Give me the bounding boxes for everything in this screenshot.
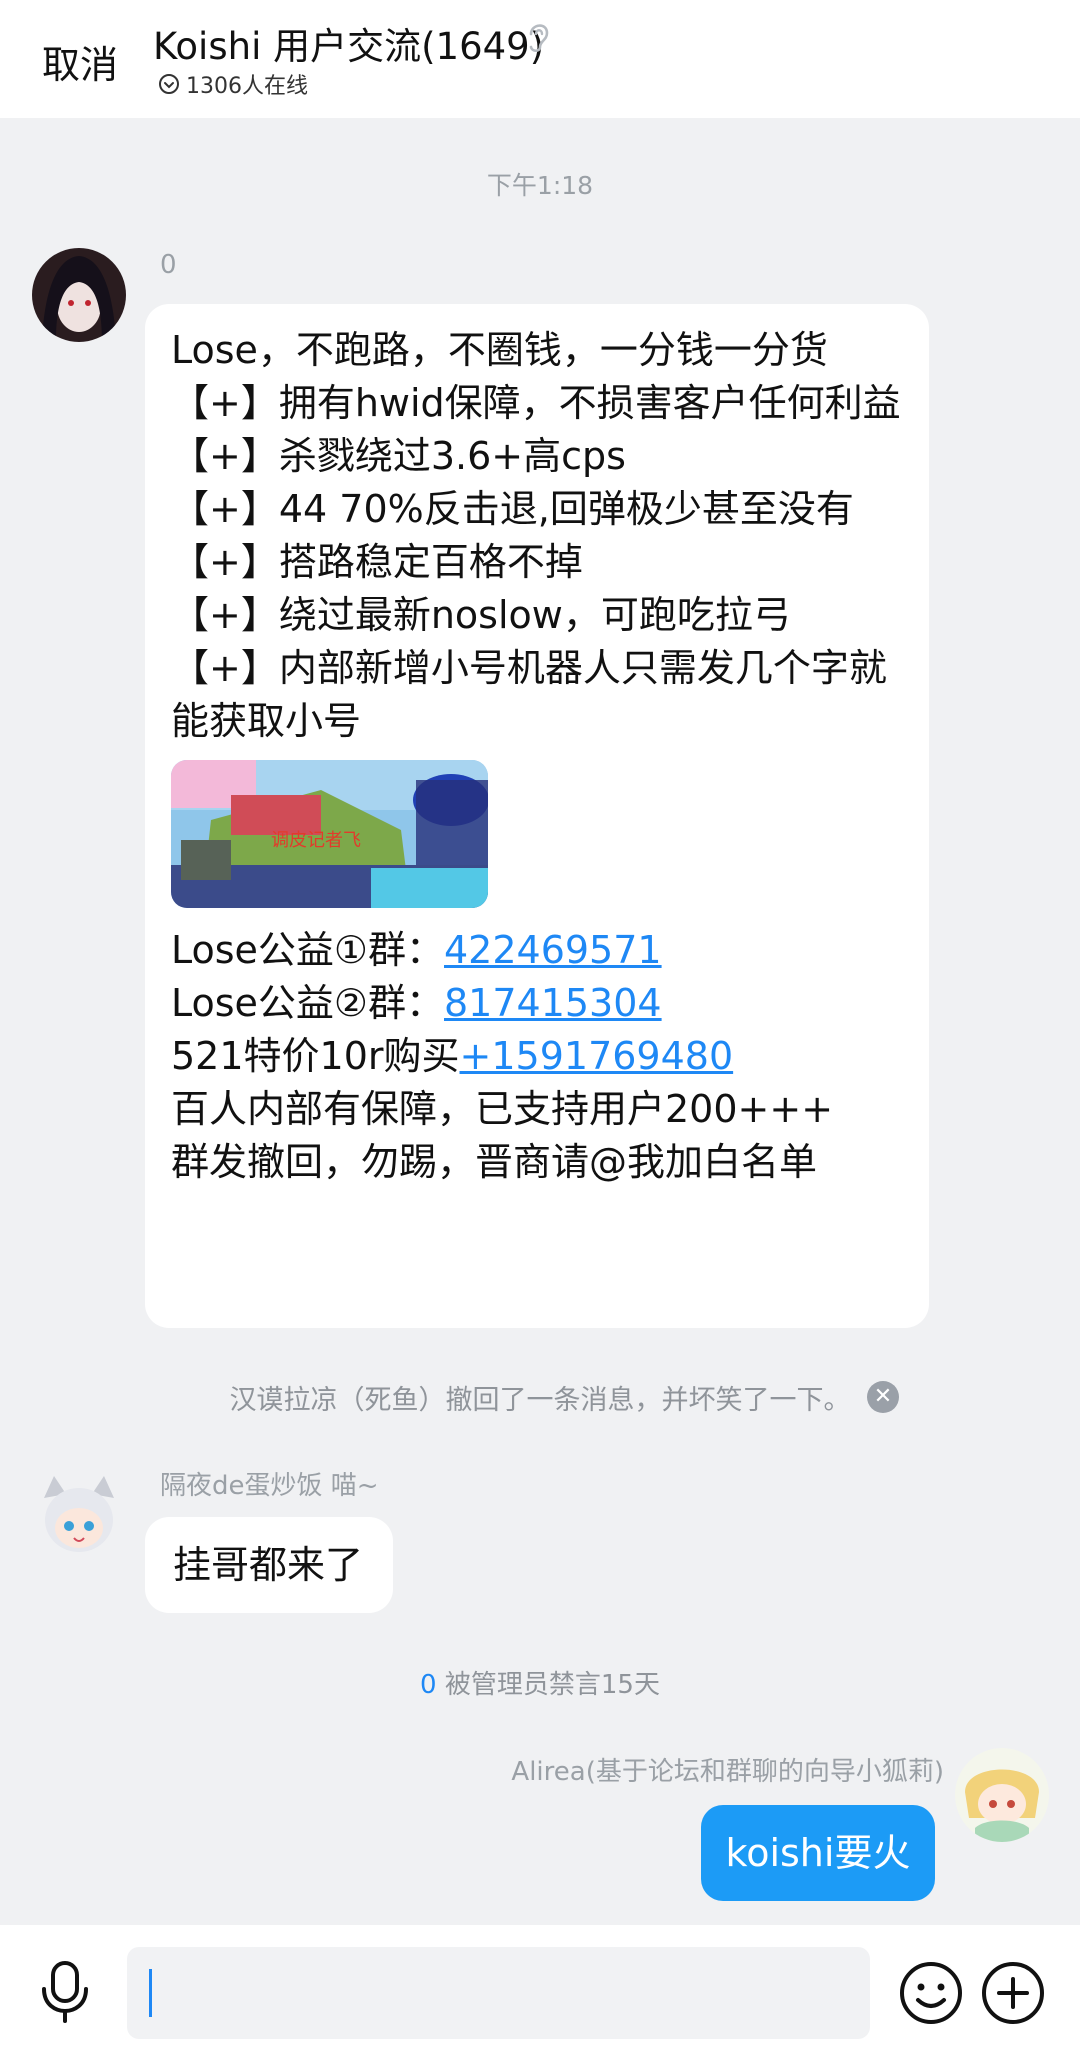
avatar[interactable] bbox=[32, 248, 126, 342]
price-line: 521特价10r购买+1591769480 bbox=[171, 1030, 903, 1083]
online-status-icon bbox=[159, 74, 179, 94]
recall-notice: 汉谟拉凉（死鱼）撤回了一条消息，并坏笑了一下。 bbox=[229, 1385, 851, 1416]
self-message-bubble[interactable]: koishi要火 bbox=[701, 1805, 935, 1901]
online-status[interactable]: 1306人在线 bbox=[158, 68, 308, 100]
text-cursor bbox=[149, 1969, 152, 2017]
banned-user-link[interactable]: 0 bbox=[420, 1670, 437, 1700]
online-count: 1306人在线 bbox=[186, 74, 308, 99]
input-bar bbox=[0, 1925, 1080, 2064]
message-line: 【+】44 70%反击退,回弹极少甚至没有 bbox=[171, 487, 854, 531]
message-line: 【+】搭路稳定百格不掉 bbox=[171, 540, 583, 584]
message-line: 【+】杀戮绕过3.6+高cps bbox=[171, 434, 626, 478]
group1-label: Lose公益①群： bbox=[171, 928, 444, 972]
message-line: 【+】绕过最新noslow，可跑吃拉弓 bbox=[171, 593, 791, 637]
message-bubble[interactable]: Lose，不跑路，不圈钱，一分钱一分货 【+】拥有hwid保障，不损害客户任何利… bbox=[145, 304, 929, 1328]
microphone-icon[interactable] bbox=[38, 1959, 92, 2025]
sender-name: Alirea(基于论坛和群聊的向导小狐莉) bbox=[511, 1757, 944, 1787]
plus-icon[interactable] bbox=[980, 1960, 1046, 2026]
group2-label: Lose公益②群： bbox=[171, 981, 444, 1025]
avatar[interactable] bbox=[32, 1468, 126, 1562]
message-timestamp: 下午1:18 bbox=[486, 171, 594, 200]
thumbnail-caption: 调皮记者飞 bbox=[271, 830, 361, 851]
cancel-button[interactable]: 取消 bbox=[42, 34, 118, 89]
image-thumbnail[interactable]: 调皮记者飞 bbox=[171, 760, 488, 908]
group-line: Lose公益②群：817415304 bbox=[171, 977, 903, 1030]
sender-name: 0 bbox=[160, 250, 177, 280]
message-line: 百人内部有保障，已支持用户200+++ bbox=[171, 1087, 834, 1131]
sender-name: 隔夜de蛋炒饭 喵~ bbox=[160, 1471, 379, 1501]
emoji-icon[interactable] bbox=[898, 1960, 964, 2026]
ear-icon[interactable] bbox=[526, 20, 552, 54]
ban-text: 被管理员禁言15天 bbox=[436, 1670, 660, 1700]
message-line: 【+】内部新增小号机器人只需发几个字就能获取小号 bbox=[171, 646, 887, 743]
message-line: 群发撤回，勿踢，晋商请@我加白名单 bbox=[171, 1140, 818, 1184]
self-avatar[interactable] bbox=[955, 1748, 1049, 1842]
close-icon[interactable]: ✕ bbox=[867, 1381, 899, 1413]
message-bubble[interactable]: 挂哥都来了 bbox=[145, 1517, 393, 1613]
phone-link[interactable]: +1591769480 bbox=[460, 1034, 734, 1078]
message-input[interactable] bbox=[127, 1947, 870, 2039]
group2-link[interactable]: 817415304 bbox=[444, 981, 662, 1025]
ban-notice: 0 被管理员禁言15天 bbox=[0, 1664, 1080, 1701]
message-line: 【+】拥有hwid保障，不损害客户任何利益 bbox=[171, 381, 901, 425]
group1-link[interactable]: 422469571 bbox=[444, 928, 662, 972]
price-label: 521特价10r购买 bbox=[171, 1034, 460, 1078]
message-line: Lose，不跑路，不圈钱，一分钱一分货 bbox=[171, 328, 828, 372]
group-line: Lose公益①群：422469571 bbox=[171, 924, 903, 977]
group-title[interactable]: Koishi 用户交流(1649) bbox=[153, 16, 544, 70]
chat-header: 取消 Koishi 用户交流(1649) 1306人在线 bbox=[0, 0, 1080, 118]
